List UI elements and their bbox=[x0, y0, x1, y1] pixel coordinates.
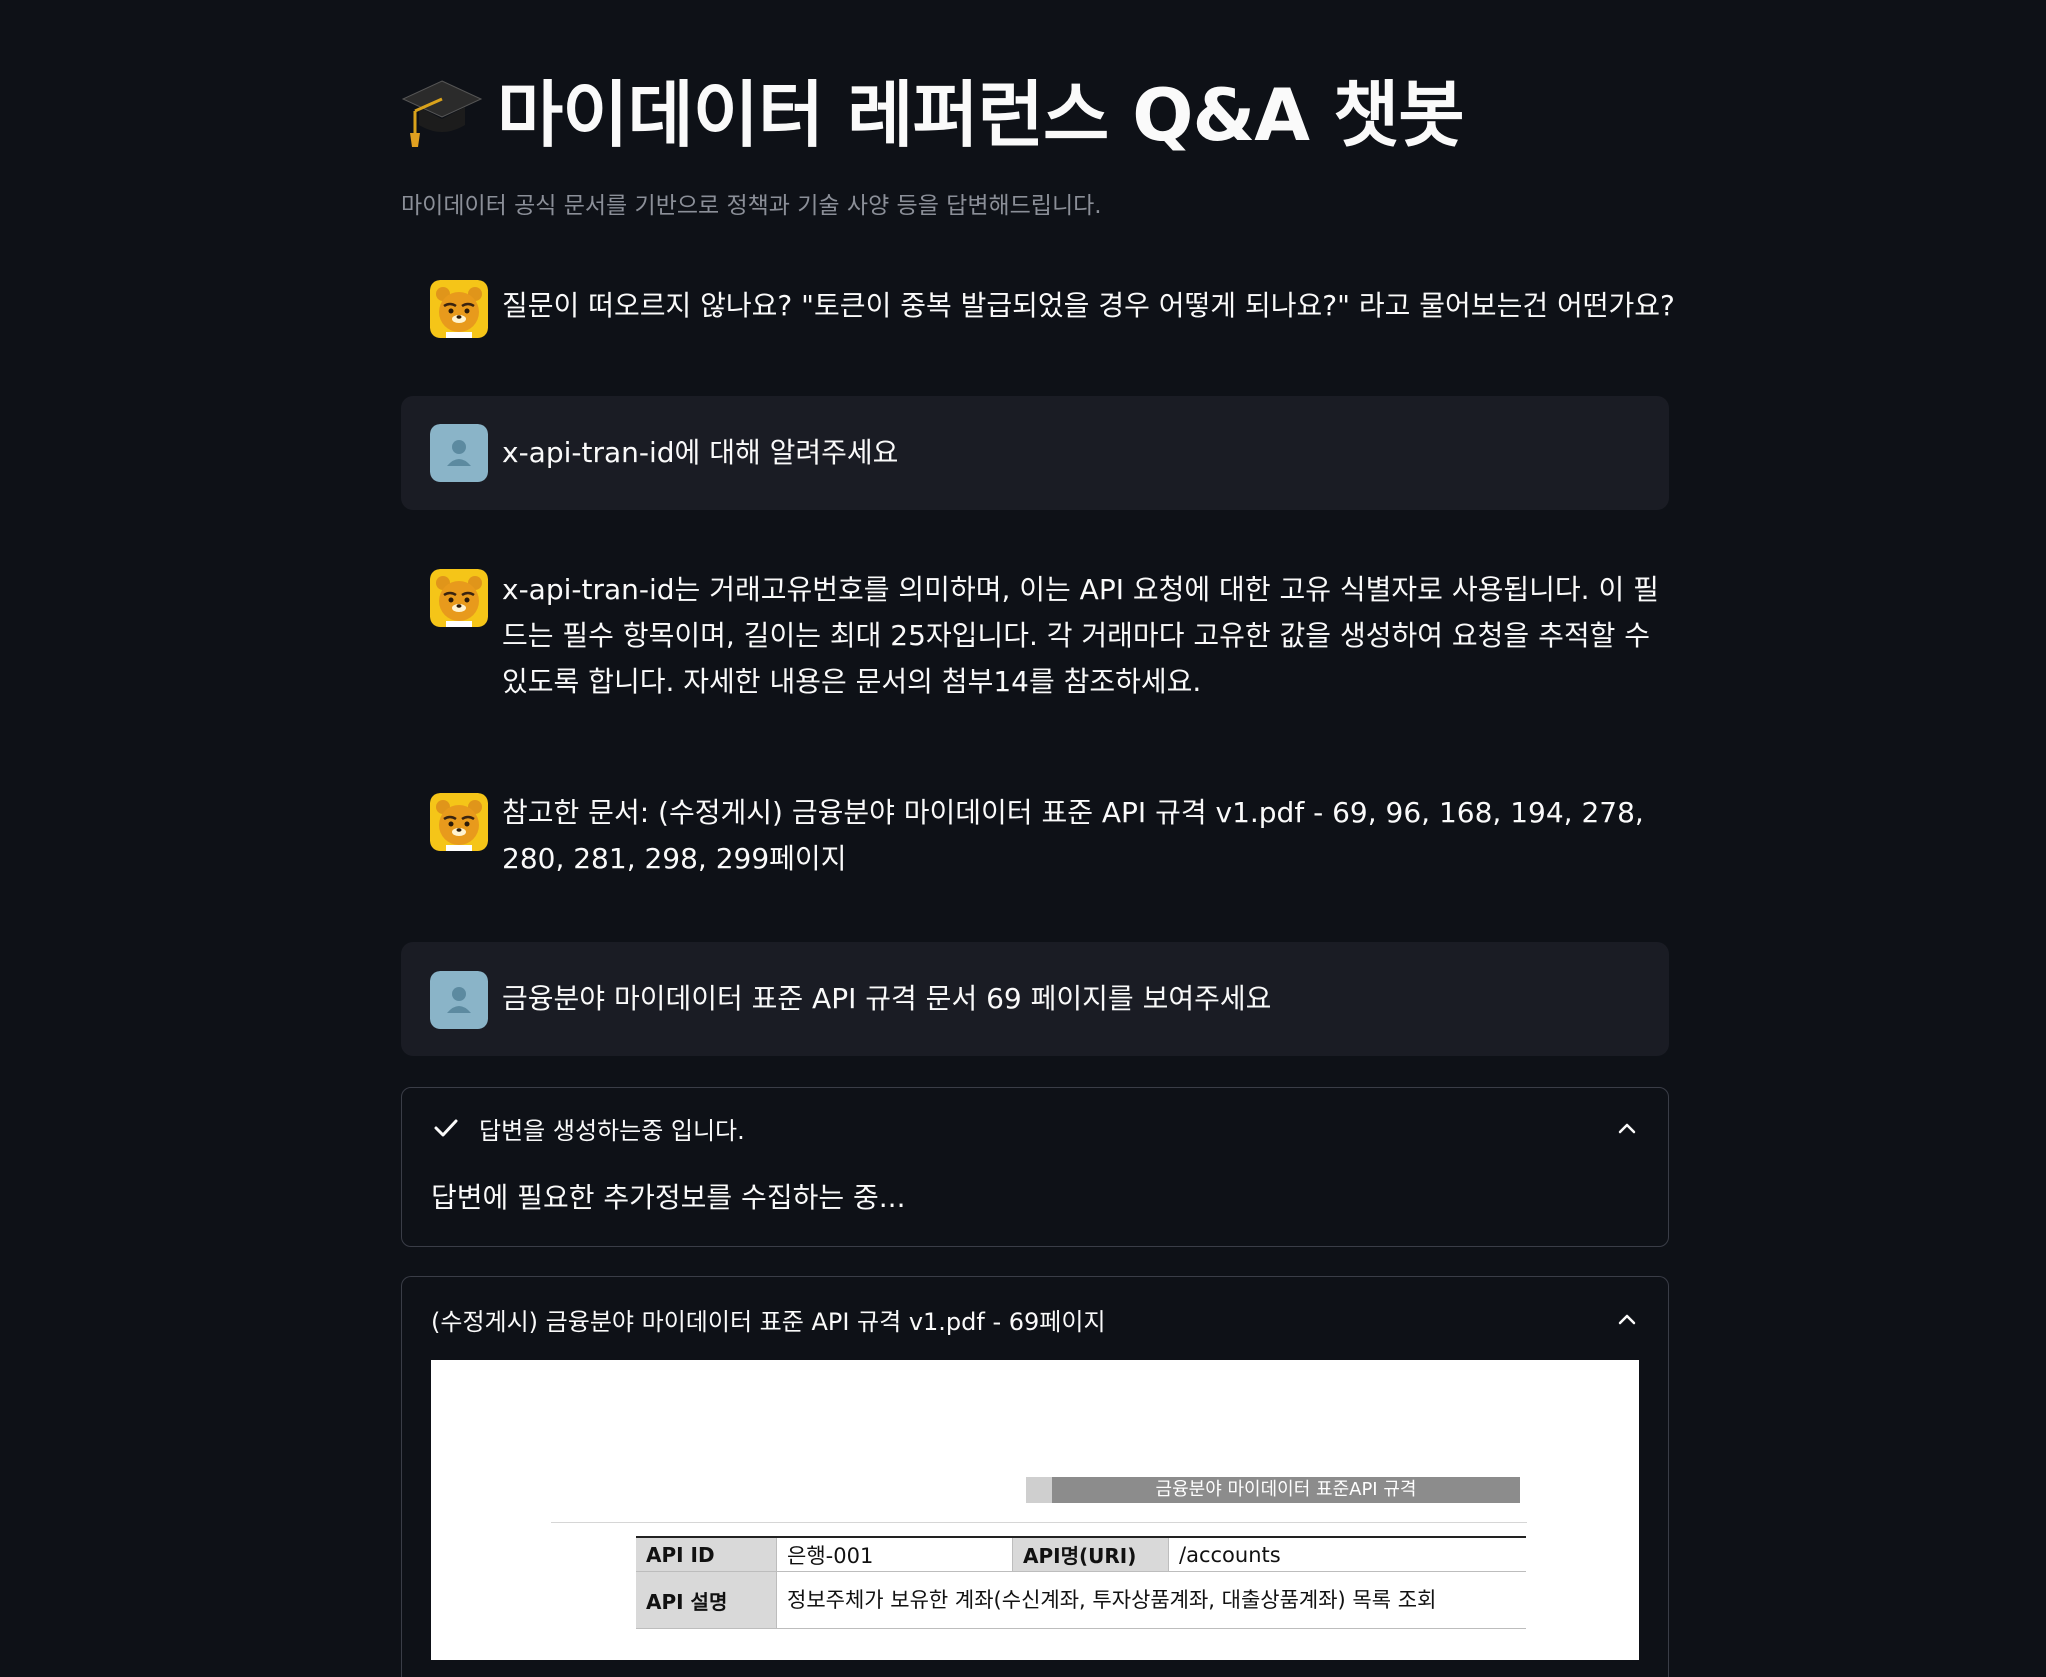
chat-message-assistant: 질문이 떠오르지 않나요? "토큰이 중복 발급되었을 경우 어떻게 되나요?"… bbox=[401, 266, 1675, 346]
chat-message-user: 금융분야 마이데이터 표준 API 규격 문서 69 페이지를 보여주세요 bbox=[401, 942, 1669, 1056]
assistant-avatar bbox=[430, 793, 488, 851]
chat-message-assistant: 참고한 문서: (수정게시) 금융분야 마이데이터 표준 API 규격 v1.p… bbox=[401, 776, 1669, 896]
status-expander-body: 답변에 필요한 추가정보를 수집하는 중... bbox=[431, 1181, 906, 1214]
doc-header-rule bbox=[551, 1522, 1527, 1523]
table-cell: 정보주체가 보유한 계좌(수신계좌, 투자상품계좌, 대출상품계좌) 목록 조회 bbox=[776, 1571, 1526, 1629]
message-text: x-api-tran-id에 대해 알려주세요 bbox=[502, 436, 899, 469]
page-subtitle: 마이데이터 공식 문서를 기반으로 정책과 기술 사양 등을 답변해드립니다. bbox=[401, 193, 1102, 219]
message-text: 참고한 문서: (수정게시) 금융분야 마이데이터 표준 API 규격 v1.p… bbox=[502, 796, 1644, 875]
status-expander-header[interactable]: 답변을 생성하는중 입니다. bbox=[431, 1108, 1639, 1148]
title-text: 마이데이터 레퍼런스 Q&A 챗봇 bbox=[497, 72, 1465, 157]
graduation-cap-icon bbox=[401, 80, 483, 147]
message-text: 질문이 떠오르지 않나요? "토큰이 중복 발급되었을 경우 어떻게 되나요?"… bbox=[502, 289, 1675, 322]
table-cell: API 설명 bbox=[636, 1571, 777, 1629]
check-icon bbox=[434, 1119, 458, 1137]
table-cell: API명(URI) bbox=[1012, 1536, 1169, 1572]
message-text: x-api-tran-id는 거래고유번호를 의미하며, 이는 API 요청에 … bbox=[502, 573, 1659, 698]
page-title: 마이데이터 레퍼런스 Q&A 챗봇 bbox=[401, 58, 1465, 158]
status-expander[interactable]: 답변을 생성하는중 입니다. 답변에 필요한 추가정보를 수집하는 중... bbox=[401, 1087, 1669, 1247]
chat-message-user: x-api-tran-id에 대해 알려주세요 bbox=[401, 396, 1669, 510]
table-row: API ID 은행-001 API명(URI) /accounts bbox=[636, 1536, 1526, 1572]
document-expander[interactable]: (수정게시) 금융분야 마이데이터 표준 API 규격 v1.pdf - 69페… bbox=[401, 1276, 1669, 1677]
chat-message-assistant: x-api-tran-id는 거래고유번호를 의미하며, 이는 API 요청에 … bbox=[401, 553, 1669, 713]
user-avatar bbox=[430, 424, 488, 482]
chevron-up-icon[interactable] bbox=[1615, 1116, 1639, 1140]
assistant-avatar bbox=[430, 280, 488, 338]
doc-header-band-accent bbox=[1026, 1477, 1052, 1503]
table-cell: API ID bbox=[636, 1536, 777, 1572]
document-expander-header[interactable]: (수정게시) 금융분야 마이데이터 표준 API 규격 v1.pdf - 69페… bbox=[431, 1299, 1639, 1339]
doc-header-band: 금융분야 마이데이터 표준API 규격 bbox=[1052, 1477, 1520, 1503]
table-cell: /accounts bbox=[1168, 1536, 1526, 1572]
document-page-image: 금융분야 마이데이터 표준API 규격 API ID 은행-001 API명(U… bbox=[431, 1360, 1639, 1660]
message-text: 금융분야 마이데이터 표준 API 규격 문서 69 페이지를 보여주세요 bbox=[502, 982, 1272, 1015]
chevron-up-icon[interactable] bbox=[1615, 1307, 1639, 1331]
user-avatar bbox=[430, 971, 488, 1029]
status-expander-label: 답변을 생성하는중 입니다. bbox=[479, 1116, 745, 1145]
table-row: API 설명 정보주체가 보유한 계좌(수신계좌, 투자상품계좌, 대출상품계좌… bbox=[636, 1571, 1526, 1629]
table-cell: 은행-001 bbox=[776, 1536, 1013, 1572]
assistant-avatar bbox=[430, 569, 488, 627]
document-expander-label: (수정게시) 금융분야 마이데이터 표준 API 규격 v1.pdf - 69페… bbox=[431, 1307, 1106, 1336]
doc-api-table: API ID 은행-001 API명(URI) /accounts API 설명… bbox=[636, 1536, 1526, 1629]
